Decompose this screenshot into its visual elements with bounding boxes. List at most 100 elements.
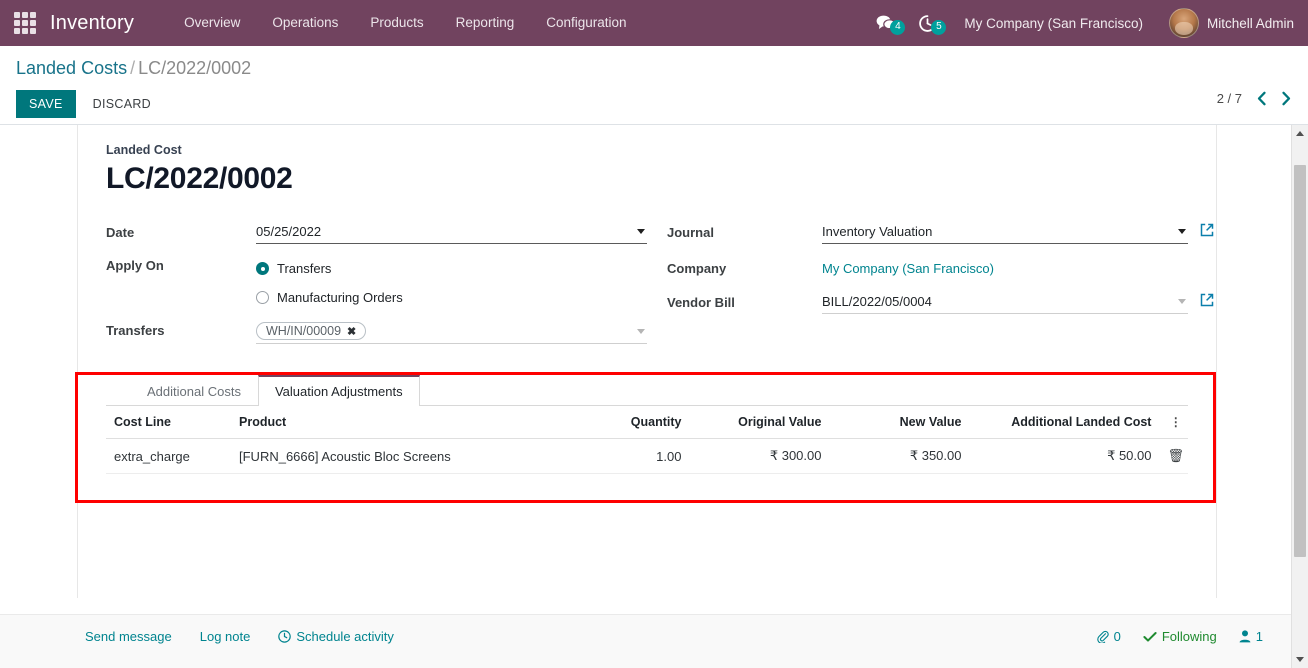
log-note-button[interactable]: Log note xyxy=(200,629,251,644)
pager-previous-button[interactable] xyxy=(1256,91,1267,106)
transfers-tag-label: WH/IN/00009 xyxy=(266,324,342,338)
field-transfers: Transfers WH/IN/00009 ✖ xyxy=(106,319,647,348)
cell-additional-landed-cost: ₹ 50.00 xyxy=(969,438,1160,474)
optional-columns-button[interactable]: ⋮ xyxy=(1159,406,1188,439)
th-new-value[interactable]: New Value xyxy=(829,406,970,439)
vendor-bill-external-link-button[interactable] xyxy=(1200,293,1214,307)
menu-overview[interactable]: Overview xyxy=(168,0,256,46)
field-date: Date 05/25/2022 xyxy=(106,221,647,250)
notebook-tabs: Additional Costs Valuation Adjustments xyxy=(106,374,1188,406)
trash-icon: 🗑 xyxy=(1167,448,1184,463)
app-brand-inventory[interactable]: Inventory xyxy=(50,12,134,35)
schedule-activity-label: Schedule activity xyxy=(296,629,394,644)
vertical-scrollbar[interactable] xyxy=(1291,125,1308,668)
radio-label-manufacturing-orders: Manufacturing Orders xyxy=(277,290,403,305)
messages-badge: 4 xyxy=(890,20,906,35)
company-value[interactable]: My Company (San Francisco) xyxy=(822,257,994,276)
breadcrumb: Landed Costs / LC/2022/0002 xyxy=(16,56,1292,80)
journal-input[interactable]: Inventory Valuation xyxy=(822,221,1188,244)
chevron-down-icon xyxy=(637,229,645,234)
breadcrumb-current: LC/2022/0002 xyxy=(138,58,252,78)
th-cost-line[interactable]: Cost Line xyxy=(106,406,231,439)
save-button[interactable]: SAVE xyxy=(16,90,76,118)
table-header-row: Cost Line Product Quantity Original Valu… xyxy=(106,406,1188,439)
external-link-icon xyxy=(1200,223,1214,237)
avatar xyxy=(1168,8,1199,38)
field-journal: Journal Inventory Valuation xyxy=(667,221,1214,250)
th-product[interactable]: Product xyxy=(231,406,580,439)
valuation-adjustments-table: Cost Line Product Quantity Original Valu… xyxy=(106,406,1188,474)
send-message-button[interactable]: Send message xyxy=(85,629,172,644)
followers-button[interactable]: 1 xyxy=(1239,629,1263,644)
apps-grid-icon[interactable] xyxy=(14,12,36,34)
tab-valuation-adjustments[interactable]: Valuation Adjustments xyxy=(257,375,420,406)
discard-button[interactable]: DISCARD xyxy=(80,90,164,118)
form-column-left: Date 05/25/2022 Apply On Transfers Manuf… xyxy=(106,221,647,348)
following-button[interactable]: Following xyxy=(1143,629,1217,644)
transfers-tag[interactable]: WH/IN/00009 ✖ xyxy=(256,322,367,340)
field-apply-on: Apply On Transfers Manufacturing Orders xyxy=(106,254,647,312)
chevron-down-icon xyxy=(1178,299,1186,304)
cell-original-value: ₹ 300.00 xyxy=(689,438,830,474)
tab-additional-costs[interactable]: Additional Costs xyxy=(130,375,258,406)
journal-value: Inventory Valuation xyxy=(822,224,933,239)
schedule-activity-button[interactable]: Schedule activity xyxy=(278,629,394,644)
cell-quantity: 1.00 xyxy=(579,438,690,474)
journal-external-link-button[interactable] xyxy=(1200,223,1214,237)
table-row[interactable]: extra_charge [FURN_6666] Acoustic Bloc S… xyxy=(106,438,1188,474)
form-columns: Date 05/25/2022 Apply On Transfers Manuf… xyxy=(106,221,1214,348)
radio-option-transfers[interactable]: Transfers xyxy=(256,254,647,283)
navbar-right: 4 5 My Company (San Francisco) Mitchell … xyxy=(865,8,1294,38)
radio-label-transfers: Transfers xyxy=(277,261,332,276)
vertical-dots-icon: ⋮ xyxy=(1169,415,1182,429)
pager-next-button[interactable] xyxy=(1281,91,1292,106)
menu-configuration[interactable]: Configuration xyxy=(530,0,642,46)
date-input[interactable]: 05/25/2022 xyxy=(256,221,647,244)
company-label: Company xyxy=(667,261,727,276)
menu-products[interactable]: Products xyxy=(354,0,439,46)
triangle-up-icon xyxy=(1296,131,1304,136)
pager-count: 2 / 7 xyxy=(1216,91,1242,106)
delete-row-button[interactable]: 🗑 xyxy=(1159,438,1188,474)
scroll-down-button[interactable] xyxy=(1292,651,1308,668)
chevron-down-icon xyxy=(1178,229,1186,234)
field-company: Company My Company (San Francisco) xyxy=(667,257,1188,286)
user-menu[interactable]: Mitchell Admin xyxy=(1159,8,1294,38)
external-link-icon xyxy=(1200,293,1214,307)
activities-button[interactable]: 5 xyxy=(907,14,948,35)
user-icon xyxy=(1239,630,1251,643)
messages-button[interactable]: 4 xyxy=(865,14,907,35)
apply-on-label: Apply On xyxy=(106,258,164,273)
clock-icon xyxy=(278,630,292,643)
th-quantity[interactable]: Quantity xyxy=(579,406,690,439)
chatter-stats: 0 Following 1 xyxy=(1096,629,1263,644)
date-label: Date xyxy=(106,225,135,240)
chatter: Send message Log note Schedule activity … xyxy=(0,614,1291,668)
th-additional-landed-cost[interactable]: Additional Landed Cost xyxy=(969,406,1160,439)
cell-cost-line: extra_charge xyxy=(106,438,231,474)
attachments-button[interactable]: 0 xyxy=(1096,629,1121,644)
breadcrumb-landed-costs[interactable]: Landed Costs xyxy=(16,58,127,78)
control-panel: Landed Costs / LC/2022/0002 SAVE DISCARD 2… xyxy=(0,46,1308,125)
page-title: LC/2022/0002 xyxy=(106,162,293,195)
scroll-up-button[interactable] xyxy=(1292,125,1308,142)
th-original-value[interactable]: Original Value xyxy=(689,406,830,439)
transfers-label: Transfers xyxy=(106,323,165,338)
radio-option-manufacturing-orders[interactable]: Manufacturing Orders xyxy=(256,283,647,312)
date-value: 05/25/2022 xyxy=(256,224,322,239)
menu-operations[interactable]: Operations xyxy=(256,0,354,46)
transfers-input[interactable]: WH/IN/00009 ✖ xyxy=(256,319,647,344)
user-name: Mitchell Admin xyxy=(1206,15,1294,31)
remove-tag-icon[interactable]: ✖ xyxy=(347,325,356,338)
form-column-right: Journal Inventory Valuation Company My C… xyxy=(647,221,1214,348)
menu-reporting[interactable]: Reporting xyxy=(440,0,531,46)
vendor-bill-input[interactable]: BILL/2022/05/0004 xyxy=(822,291,1188,314)
field-vendor-bill: Vendor Bill BILL/2022/05/0004 xyxy=(667,291,1214,320)
chatter-inner: Send message Log note Schedule activity … xyxy=(0,615,1291,644)
radio-selected-icon xyxy=(256,262,269,275)
company-switcher[interactable]: My Company (San Francisco) xyxy=(948,16,1159,31)
triangle-down-icon xyxy=(1296,657,1304,662)
journal-label: Journal xyxy=(667,225,714,240)
scrollbar-thumb[interactable] xyxy=(1294,165,1306,557)
attachment-count: 0 xyxy=(1113,629,1121,644)
